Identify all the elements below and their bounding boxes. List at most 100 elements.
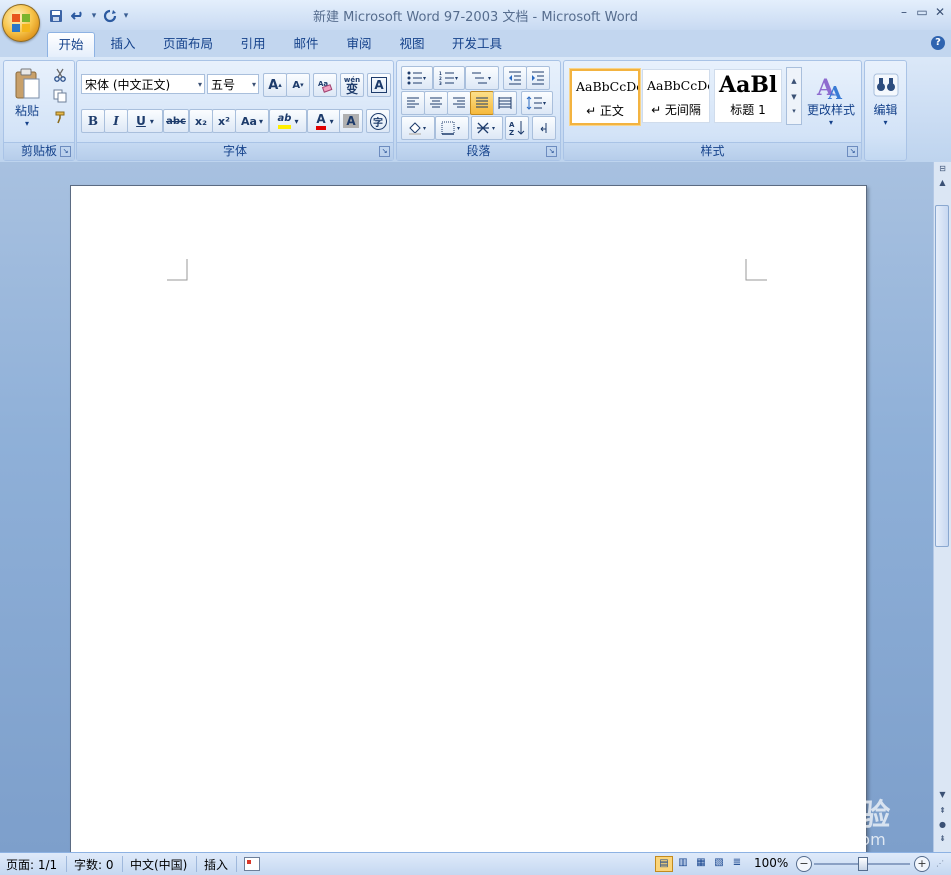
tab-developer[interactable]: 开发工具 <box>445 32 509 56</box>
style-normal-sample: AaBbCcDc <box>576 79 638 94</box>
clipboard-launcher-icon[interactable]: ↘ <box>60 146 71 157</box>
zoom-out-icon[interactable]: − <box>796 856 812 872</box>
zoom-in-icon[interactable]: + <box>914 856 930 872</box>
line-spacing-button[interactable]: ▾ <box>521 91 553 115</box>
style-heading-1-sample: AaBl <box>719 72 778 98</box>
change-styles-button[interactable]: A A 更改样式 ▾ <box>804 65 858 135</box>
font-size-dropdown[interactable]: 五号 ▾ <box>207 74 259 94</box>
styles-scroll-down-icon[interactable]: ▼ <box>791 93 796 101</box>
next-page-icon[interactable]: ⇟ <box>936 834 949 846</box>
enclose-characters-button[interactable]: 字 <box>366 109 390 133</box>
scroll-down-icon[interactable]: ▼ <box>936 790 949 802</box>
shading-icon: ▾ <box>409 122 426 135</box>
vertical-scrollbar-thumb[interactable] <box>935 205 949 547</box>
shrink-font-button[interactable]: A ▾ <box>286 73 310 97</box>
resize-grip-icon[interactable]: ⋰ <box>936 859 944 868</box>
office-button[interactable] <box>2 4 40 42</box>
align-left-button[interactable] <box>401 91 425 115</box>
asian-layout-button[interactable]: ▾ <box>471 116 503 140</box>
style-no-spacing-name: ↵ 无间隔 <box>651 103 701 117</box>
help-icon[interactable]: ? <box>931 36 945 50</box>
cut-button[interactable] <box>50 65 70 85</box>
tab-page-layout[interactable]: 页面布局 <box>158 32 218 56</box>
close-icon[interactable]: ✕ <box>933 4 947 20</box>
binoculars-icon <box>873 73 898 97</box>
paragraph-launcher-icon[interactable]: ↘ <box>546 146 557 157</box>
font-color-icon: A <box>316 112 326 130</box>
character-border-button[interactable]: A <box>367 73 391 97</box>
align-center-button[interactable] <box>424 91 448 115</box>
draft-view-icon[interactable]: ≣ <box>729 856 745 870</box>
styles-launcher-icon[interactable]: ↘ <box>847 146 858 157</box>
style-heading-1[interactable]: AaBl 标题 1 <box>714 69 782 123</box>
select-browse-object-icon[interactable]: ● <box>936 820 949 832</box>
tab-view[interactable]: 视图 <box>391 32 433 56</box>
phonetic-guide-button[interactable]: wén 变 <box>340 73 364 97</box>
previous-page-icon[interactable]: ⇞ <box>936 806 949 818</box>
tab-references[interactable]: 引用 <box>232 32 274 56</box>
language-status[interactable]: 中文(中国) <box>130 856 187 873</box>
insert-mode-status[interactable]: 插入 <box>204 856 228 873</box>
italic-button[interactable]: I <box>104 109 128 133</box>
copy-button[interactable] <box>50 86 70 106</box>
styles-group-label: 样式 <box>564 142 861 160</box>
print-layout-view-icon[interactable]: ▤ <box>655 856 673 872</box>
styles-scroll-up-icon[interactable]: ▲ <box>791 77 796 85</box>
tab-home[interactable]: 开始 <box>47 32 95 58</box>
restore-icon[interactable]: ▭ <box>915 4 929 20</box>
minimize-icon[interactable]: – <box>897 4 911 20</box>
clear-format-button[interactable]: Aa <box>313 73 337 97</box>
word-count-status[interactable]: 字数: 0 <box>74 856 114 873</box>
styles-scroll[interactable]: ▲ ▼ ▾ <box>786 67 802 125</box>
format-painter-icon <box>55 111 65 124</box>
subscript-button[interactable]: x₂ <box>189 109 213 133</box>
show-hide-marks-button[interactable] <box>532 116 556 140</box>
underline-button[interactable]: U ▾ <box>127 109 163 133</box>
change-case-dropdown-icon: ▾ <box>258 116 263 126</box>
scroll-up-icon[interactable]: ▲ <box>936 178 949 190</box>
font-name-dropdown[interactable]: 宋体 (中文正文) ▾ <box>81 74 205 94</box>
svg-text:A: A <box>509 121 515 129</box>
numbering-button[interactable]: 1 2 3 ▾ <box>433 66 465 90</box>
decrease-indent-button[interactable] <box>503 66 527 90</box>
distributed-button[interactable] <box>493 91 517 115</box>
superscript-icon: x² <box>218 114 230 128</box>
align-right-button[interactable] <box>447 91 471 115</box>
web-layout-view-icon[interactable]: ▦ <box>693 856 709 870</box>
zoom-slider-thumb[interactable] <box>858 857 868 871</box>
justify-button[interactable] <box>470 91 494 115</box>
font-color-button[interactable]: A ▾ <box>307 109 343 133</box>
tab-insert[interactable]: 插入 <box>100 32 146 56</box>
bold-button[interactable]: B <box>81 109 105 133</box>
ruler-toggle-icon[interactable]: ⊟ <box>936 164 949 176</box>
macro-record-icon[interactable] <box>244 857 260 871</box>
align-center-icon <box>430 97 442 108</box>
borders-button[interactable]: ▾ <box>435 116 469 140</box>
align-right-icon <box>453 97 465 108</box>
change-case-button[interactable]: Aa ▾ <box>235 109 269 133</box>
page-count-status[interactable]: 页面: 1/1 <box>6 856 57 873</box>
highlight-button[interactable]: ab ▾ <box>269 109 307 133</box>
format-painter-button[interactable] <box>50 107 70 127</box>
paste-button[interactable]: 粘贴 ▾ <box>10 65 44 131</box>
tab-review[interactable]: 审阅 <box>338 32 380 56</box>
increase-indent-button[interactable] <box>526 66 550 90</box>
tab-mailings[interactable]: 邮件 <box>285 32 327 56</box>
bullets-button[interactable]: ▾ <box>401 66 433 90</box>
character-shading-button[interactable]: A <box>339 109 363 133</box>
outline-view-icon[interactable]: ▧ <box>711 856 727 870</box>
multilevel-list-button[interactable]: ▾ <box>465 66 499 90</box>
sort-button[interactable]: AZ <box>505 116 529 140</box>
editing-button[interactable]: 编辑 ▾ <box>867 65 904 135</box>
full-screen-reading-icon[interactable]: ▥ <box>675 856 691 870</box>
document-page[interactable] <box>70 185 867 852</box>
zoom-level[interactable]: 100% <box>754 856 788 870</box>
style-no-spacing[interactable]: AaBbCcDc ↵ 无间隔 <box>642 69 710 123</box>
style-normal[interactable]: AaBbCcDc ↵ 正文 <box>570 69 640 125</box>
font-launcher-icon[interactable]: ↘ <box>379 146 390 157</box>
shading-button[interactable]: ▾ <box>401 116 435 140</box>
superscript-button[interactable]: x² <box>212 109 236 133</box>
styles-more-icon[interactable]: ▾ <box>792 107 796 115</box>
strikethrough-button[interactable]: abc <box>163 109 189 133</box>
grow-font-button[interactable]: A ▴ <box>263 73 287 97</box>
